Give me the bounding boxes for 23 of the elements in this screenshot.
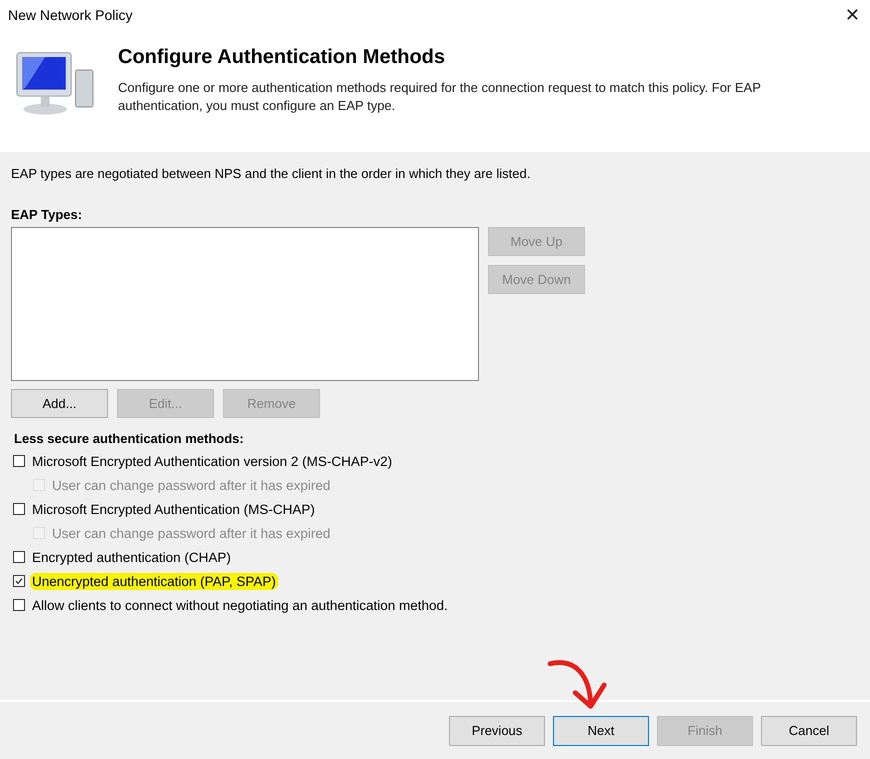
eap-action-button[interactable]: Add... [11, 389, 108, 418]
checkbox[interactable] [13, 599, 25, 611]
checkbox-label: Microsoft Encrypted Authentication version 2 (MS-CHAP-v2) [31, 452, 394, 470]
checkbox-label: Microsoft Encrypted Authentication (MS-CHAP) [31, 500, 316, 518]
intro-text: EAP types are negotiated between NPS and the client in the order in which they are listed. [11, 166, 530, 181]
section-label: Less secure authentication methods: [14, 431, 244, 446]
checkbox-label: User can change password after it has expired [51, 524, 332, 542]
checkbox-label: Encrypted authentication (CHAP) [31, 548, 232, 566]
checkbox[interactable] [13, 551, 25, 563]
checkbox-label: User can change password after it has expired [51, 476, 332, 494]
wizard-button[interactable]: Next [553, 716, 649, 746]
wizard-button[interactable]: Cancel [761, 716, 857, 746]
window-title: New Network Policy [8, 7, 132, 23]
close-button[interactable]: ✕ [840, 4, 864, 26]
page-heading: Configure Authentication Methods [118, 46, 446, 69]
section-label: EAP Types: [11, 207, 82, 222]
checkbox[interactable] [13, 503, 25, 515]
wizard-button[interactable]: Previous [449, 716, 545, 746]
checkbox[interactable] [13, 575, 25, 587]
checkbox-label: Unencrypted authentication (PAP, SPAP) [30, 572, 278, 590]
page-description: Configure one or more authentication methods required for the connection request to match this policy. For EAP authentication, you must configure an EAP type. [118, 79, 762, 115]
checkbox[interactable] [13, 455, 25, 467]
checkbox-label: Allow clients to connect without negotiating an authentication method. [31, 596, 449, 614]
